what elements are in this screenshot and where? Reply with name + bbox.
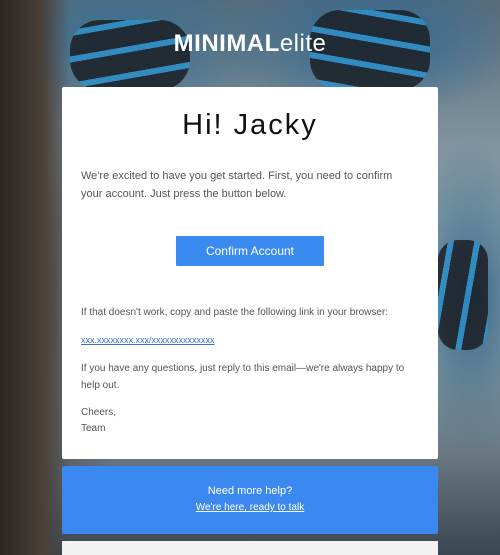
background-shadow <box>0 0 70 555</box>
signoff-team: Team <box>81 423 106 434</box>
background-sleeve-far-right <box>438 240 488 350</box>
help-contact-link[interactable]: We're here, ready to talk <box>62 502 438 513</box>
help-banner: Need more help? We're here, ready to tal… <box>62 466 438 534</box>
footer-strip <box>62 541 438 555</box>
brand-logo: MINIMALelite <box>0 30 500 58</box>
confirmation-link[interactable]: xxx.xxxxxxxx.xxx/xxxxxxxxxxxxxx <box>81 335 215 345</box>
brand-logo-strong: MINIMAL <box>173 30 280 57</box>
intro-text: We're excited to have you get started. F… <box>81 170 393 200</box>
fallback-instructions: If that doesn't work, copy and paste the… <box>81 307 389 318</box>
greeting-heading: Hi! Jacky <box>182 109 318 141</box>
confirm-account-button[interactable]: Confirm Account <box>176 236 324 266</box>
signoff: Cheers, Team <box>81 405 116 437</box>
questions-text: If you have any questions, just reply to… <box>81 363 405 391</box>
email-card: Hi! Jacky We're excited to have you get … <box>62 87 438 459</box>
signoff-greeting: Cheers, <box>81 407 117 418</box>
help-title: Need more help? <box>207 485 293 497</box>
brand-logo-light: elite <box>279 30 327 57</box>
